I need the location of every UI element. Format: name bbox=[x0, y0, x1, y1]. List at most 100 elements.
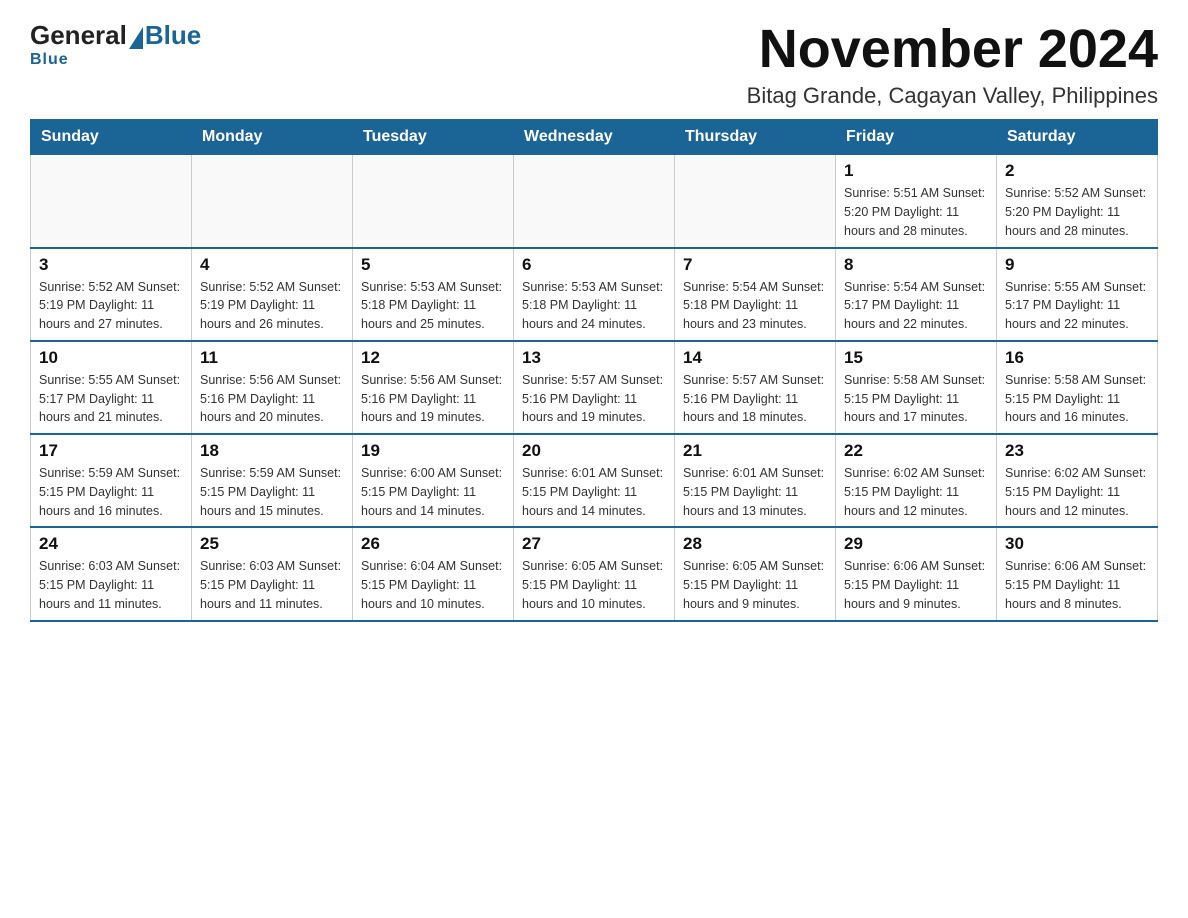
calendar-cell: 10Sunrise: 5:55 AM Sunset: 5:17 PM Dayli… bbox=[31, 341, 192, 434]
calendar-week-5: 24 Sunrise: 6:03 AM Sunset: 5:15 PM Dayli… bbox=[31, 527, 1158, 620]
calendar-header-wednesday: Wednesday bbox=[514, 120, 675, 155]
month-title: November 2024 bbox=[747, 20, 1158, 79]
day-info: Sunrise: 5:59 AM Sunset: 5:15 PM Dayligh… bbox=[200, 464, 344, 520]
day-info: Sunrise: 5:53 AM Sunset: 5:18 PM Dayligh… bbox=[361, 278, 505, 334]
logo-blue-text: Blue bbox=[145, 20, 201, 51]
calendar-cell: 16 Sunrise: 5:58 AM Sunset: 5:15 PM Dayli… bbox=[997, 341, 1158, 434]
day-number: 27 bbox=[522, 534, 666, 554]
calendar-cell: 26 Sunrise: 6:04 AM Sunset: 5:15 PM Dayli… bbox=[353, 527, 514, 620]
day-number: 26 bbox=[361, 534, 505, 554]
calendar-header-saturday: Saturday bbox=[997, 120, 1158, 155]
logo-triangle-icon bbox=[129, 27, 143, 49]
logo-bottom-text: Blue bbox=[30, 51, 69, 69]
day-info: Sunrise: 5:57 AM Sunset: 5:16 PM Dayligh… bbox=[522, 371, 666, 427]
calendar-cell: 2 Sunrise: 5:52 AM Sunset: 5:20 PM Daylig… bbox=[997, 155, 1158, 248]
calendar-cell: 28 Sunrise: 6:05 AM Sunset: 5:15 PM Dayli… bbox=[675, 527, 836, 620]
calendar-week-1: 1Sunrise: 5:51 AM Sunset: 5:20 PM Daylig… bbox=[31, 155, 1158, 248]
day-number: 11 bbox=[200, 348, 344, 368]
calendar-cell: 5 Sunrise: 5:53 AM Sunset: 5:18 PM Daylig… bbox=[353, 248, 514, 341]
calendar-cell: 21 Sunrise: 6:01 AM Sunset: 5:15 PM Dayli… bbox=[675, 434, 836, 527]
calendar-cell: 20 Sunrise: 6:01 AM Sunset: 5:15 PM Dayli… bbox=[514, 434, 675, 527]
day-number: 17 bbox=[39, 441, 183, 461]
day-info: Sunrise: 5:51 AM Sunset: 5:20 PM Dayligh… bbox=[844, 184, 988, 240]
day-number: 25 bbox=[200, 534, 344, 554]
day-number: 13 bbox=[522, 348, 666, 368]
calendar-cell: 9 Sunrise: 5:55 AM Sunset: 5:17 PM Daylig… bbox=[997, 248, 1158, 341]
calendar-week-2: 3 Sunrise: 5:52 AM Sunset: 5:19 PM Daylig… bbox=[31, 248, 1158, 341]
day-number: 15 bbox=[844, 348, 988, 368]
day-info: Sunrise: 6:05 AM Sunset: 5:15 PM Dayligh… bbox=[683, 557, 827, 613]
calendar-cell bbox=[675, 155, 836, 248]
day-number: 3 bbox=[39, 255, 183, 275]
day-info: Sunrise: 5:58 AM Sunset: 5:15 PM Dayligh… bbox=[844, 371, 988, 427]
day-number: 29 bbox=[844, 534, 988, 554]
calendar-cell: 23 Sunrise: 6:02 AM Sunset: 5:15 PM Dayli… bbox=[997, 434, 1158, 527]
day-info: Sunrise: 5:55 AM Sunset: 5:17 PM Dayligh… bbox=[39, 371, 183, 427]
day-info: Sunrise: 6:01 AM Sunset: 5:15 PM Dayligh… bbox=[683, 464, 827, 520]
day-number: 19 bbox=[361, 441, 505, 461]
day-info: Sunrise: 6:03 AM Sunset: 5:15 PM Dayligh… bbox=[39, 557, 183, 613]
title-area: November 2024 Bitag Grande, Cagayan Vall… bbox=[747, 20, 1158, 109]
calendar-cell: 15 Sunrise: 5:58 AM Sunset: 5:15 PM Dayli… bbox=[836, 341, 997, 434]
calendar-cell bbox=[514, 155, 675, 248]
logo-general-text: General bbox=[30, 20, 127, 51]
day-info: Sunrise: 5:58 AM Sunset: 5:15 PM Dayligh… bbox=[1005, 371, 1149, 427]
day-info: Sunrise: 5:52 AM Sunset: 5:20 PM Dayligh… bbox=[1005, 184, 1149, 240]
day-number: 5 bbox=[361, 255, 505, 275]
day-info: Sunrise: 6:02 AM Sunset: 5:15 PM Dayligh… bbox=[1005, 464, 1149, 520]
day-info: Sunrise: 5:55 AM Sunset: 5:17 PM Dayligh… bbox=[1005, 278, 1149, 334]
calendar-header-friday: Friday bbox=[836, 120, 997, 155]
day-info: Sunrise: 6:06 AM Sunset: 5:15 PM Dayligh… bbox=[1005, 557, 1149, 613]
location-title: Bitag Grande, Cagayan Valley, Philippine… bbox=[747, 83, 1158, 109]
calendar-header-monday: Monday bbox=[192, 120, 353, 155]
calendar-header-thursday: Thursday bbox=[675, 120, 836, 155]
day-number: 9 bbox=[1005, 255, 1149, 275]
calendar-cell: 6Sunrise: 5:53 AM Sunset: 5:18 PM Daylig… bbox=[514, 248, 675, 341]
day-number: 24 bbox=[39, 534, 183, 554]
day-number: 28 bbox=[683, 534, 827, 554]
day-number: 23 bbox=[1005, 441, 1149, 461]
day-info: Sunrise: 6:00 AM Sunset: 5:15 PM Dayligh… bbox=[361, 464, 505, 520]
day-info: Sunrise: 5:52 AM Sunset: 5:19 PM Dayligh… bbox=[200, 278, 344, 334]
calendar-cell: 7Sunrise: 5:54 AM Sunset: 5:18 PM Daylig… bbox=[675, 248, 836, 341]
calendar-cell bbox=[353, 155, 514, 248]
day-number: 22 bbox=[844, 441, 988, 461]
calendar-cell: 8 Sunrise: 5:54 AM Sunset: 5:17 PM Daylig… bbox=[836, 248, 997, 341]
day-info: Sunrise: 6:01 AM Sunset: 5:15 PM Dayligh… bbox=[522, 464, 666, 520]
calendar-cell bbox=[192, 155, 353, 248]
calendar-cell: 29Sunrise: 6:06 AM Sunset: 5:15 PM Dayli… bbox=[836, 527, 997, 620]
calendar-cell: 24 Sunrise: 6:03 AM Sunset: 5:15 PM Dayli… bbox=[31, 527, 192, 620]
day-number: 4 bbox=[200, 255, 344, 275]
calendar-cell: 12Sunrise: 5:56 AM Sunset: 5:16 PM Dayli… bbox=[353, 341, 514, 434]
day-info: Sunrise: 5:54 AM Sunset: 5:18 PM Dayligh… bbox=[683, 278, 827, 334]
calendar-cell: 14Sunrise: 5:57 AM Sunset: 5:16 PM Dayli… bbox=[675, 341, 836, 434]
calendar-week-3: 10Sunrise: 5:55 AM Sunset: 5:17 PM Dayli… bbox=[31, 341, 1158, 434]
calendar-body: 1Sunrise: 5:51 AM Sunset: 5:20 PM Daylig… bbox=[31, 155, 1158, 621]
day-info: Sunrise: 5:56 AM Sunset: 5:16 PM Dayligh… bbox=[200, 371, 344, 427]
calendar-cell: 1Sunrise: 5:51 AM Sunset: 5:20 PM Daylig… bbox=[836, 155, 997, 248]
calendar-cell: 25Sunrise: 6:03 AM Sunset: 5:15 PM Dayli… bbox=[192, 527, 353, 620]
day-number: 20 bbox=[522, 441, 666, 461]
page-header: General Blue Blue November 2024 Bitag Gr… bbox=[30, 20, 1158, 109]
day-info: Sunrise: 5:56 AM Sunset: 5:16 PM Dayligh… bbox=[361, 371, 505, 427]
day-number: 18 bbox=[200, 441, 344, 461]
day-info: Sunrise: 5:57 AM Sunset: 5:16 PM Dayligh… bbox=[683, 371, 827, 427]
day-info: Sunrise: 6:02 AM Sunset: 5:15 PM Dayligh… bbox=[844, 464, 988, 520]
day-info: Sunrise: 6:04 AM Sunset: 5:15 PM Dayligh… bbox=[361, 557, 505, 613]
day-number: 30 bbox=[1005, 534, 1149, 554]
calendar-header-row: SundayMondayTuesdayWednesdayThursdayFrid… bbox=[31, 120, 1158, 155]
day-info: Sunrise: 5:52 AM Sunset: 5:19 PM Dayligh… bbox=[39, 278, 183, 334]
day-info: Sunrise: 6:05 AM Sunset: 5:15 PM Dayligh… bbox=[522, 557, 666, 613]
calendar-cell: 27 Sunrise: 6:05 AM Sunset: 5:15 PM Dayli… bbox=[514, 527, 675, 620]
day-number: 8 bbox=[844, 255, 988, 275]
day-number: 21 bbox=[683, 441, 827, 461]
logo: General Blue Blue bbox=[30, 20, 201, 69]
calendar-cell: 17Sunrise: 5:59 AM Sunset: 5:15 PM Dayli… bbox=[31, 434, 192, 527]
day-number: 2 bbox=[1005, 161, 1149, 181]
calendar-cell: 11 Sunrise: 5:56 AM Sunset: 5:16 PM Dayli… bbox=[192, 341, 353, 434]
calendar-cell: 19 Sunrise: 6:00 AM Sunset: 5:15 PM Dayli… bbox=[353, 434, 514, 527]
day-info: Sunrise: 5:54 AM Sunset: 5:17 PM Dayligh… bbox=[844, 278, 988, 334]
day-number: 16 bbox=[1005, 348, 1149, 368]
calendar-cell: 13 Sunrise: 5:57 AM Sunset: 5:16 PM Dayli… bbox=[514, 341, 675, 434]
calendar-cell: 22 Sunrise: 6:02 AM Sunset: 5:15 PM Dayli… bbox=[836, 434, 997, 527]
